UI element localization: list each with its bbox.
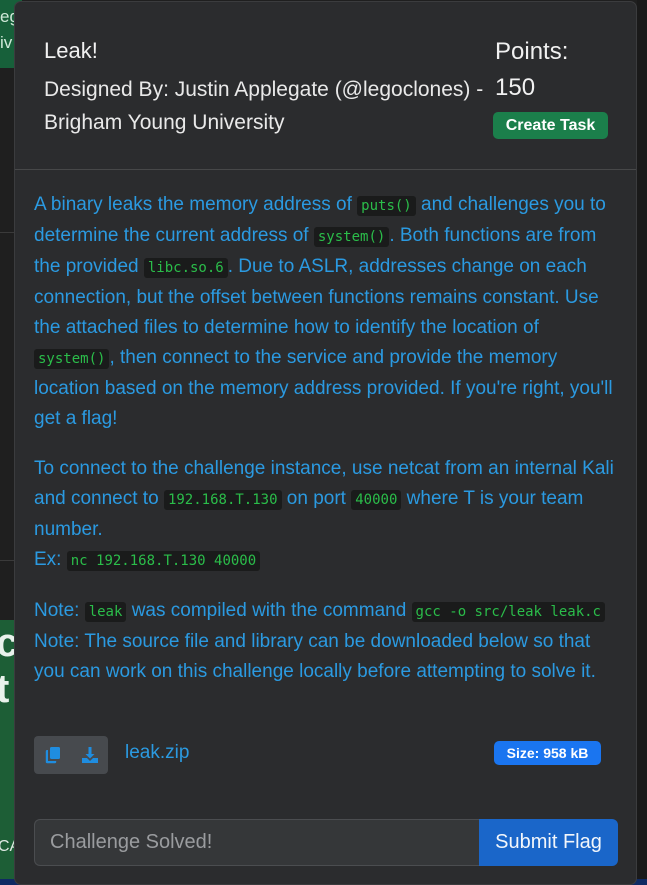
submit-flag-button[interactable]: Submit Flag: [479, 819, 618, 866]
copy-icon: [45, 747, 60, 764]
attachment-row: leak.zip Size: 958 kB: [34, 736, 604, 774]
description-text: was compiled with the command: [126, 600, 412, 621]
description-paragraph: Note: leak was compiled with the command…: [34, 596, 624, 687]
background-divider: [0, 232, 14, 233]
background-strip: [637, 0, 647, 885]
description-text: Note: The source file and library can be…: [34, 631, 596, 682]
attachment-actions: [34, 736, 108, 774]
file-size-badge: Size: 958 kB: [494, 741, 601, 765]
inline-code: 192.168.T.130: [163, 490, 282, 510]
flag-input[interactable]: [34, 819, 479, 866]
download-button[interactable]: [71, 736, 108, 774]
description-text: A binary leaks the memory address of: [34, 194, 358, 215]
inline-code: libc.so.6: [143, 258, 228, 278]
inline-code: nc 192.168.T.130 40000: [66, 551, 261, 571]
challenge-description: A binary leaks the memory address of put…: [34, 190, 624, 707]
challenge-modal: Leak! Designed By: Justin Applegate (@le…: [14, 1, 637, 885]
copy-link-button[interactable]: [34, 736, 71, 774]
modal-header: Leak! Designed By: Justin Applegate (@le…: [15, 2, 636, 170]
description-paragraph: A binary leaks the memory address of put…: [34, 190, 624, 434]
description-text: Ex:: [34, 549, 67, 570]
create-task-button[interactable]: Create Task: [493, 112, 608, 139]
description-paragraph: To connect to the challenge instance, us…: [34, 454, 624, 576]
inline-code: system(): [313, 227, 390, 247]
description-text: Note:: [34, 600, 85, 621]
inline-code: 40000: [351, 490, 402, 510]
description-text: , then connect to the service and provid…: [34, 347, 613, 429]
points-value: 150: [495, 74, 536, 101]
inline-code: leak: [84, 602, 127, 622]
challenge-designer: Designed By: Justin Applegate (@legoclon…: [44, 78, 484, 134]
description-text: on port: [281, 488, 352, 509]
points-label: Points:: [495, 38, 569, 65]
attachment-link[interactable]: leak.zip: [125, 742, 189, 764]
challenge-title: Leak!: [44, 38, 98, 63]
inline-code: gcc -o src/leak leak.c: [411, 602, 605, 622]
background-divider: [0, 560, 14, 561]
download-icon: [81, 747, 98, 763]
inline-code: system(): [34, 349, 110, 369]
inline-code: puts(): [357, 196, 416, 216]
flag-form: Submit Flag: [34, 819, 618, 866]
